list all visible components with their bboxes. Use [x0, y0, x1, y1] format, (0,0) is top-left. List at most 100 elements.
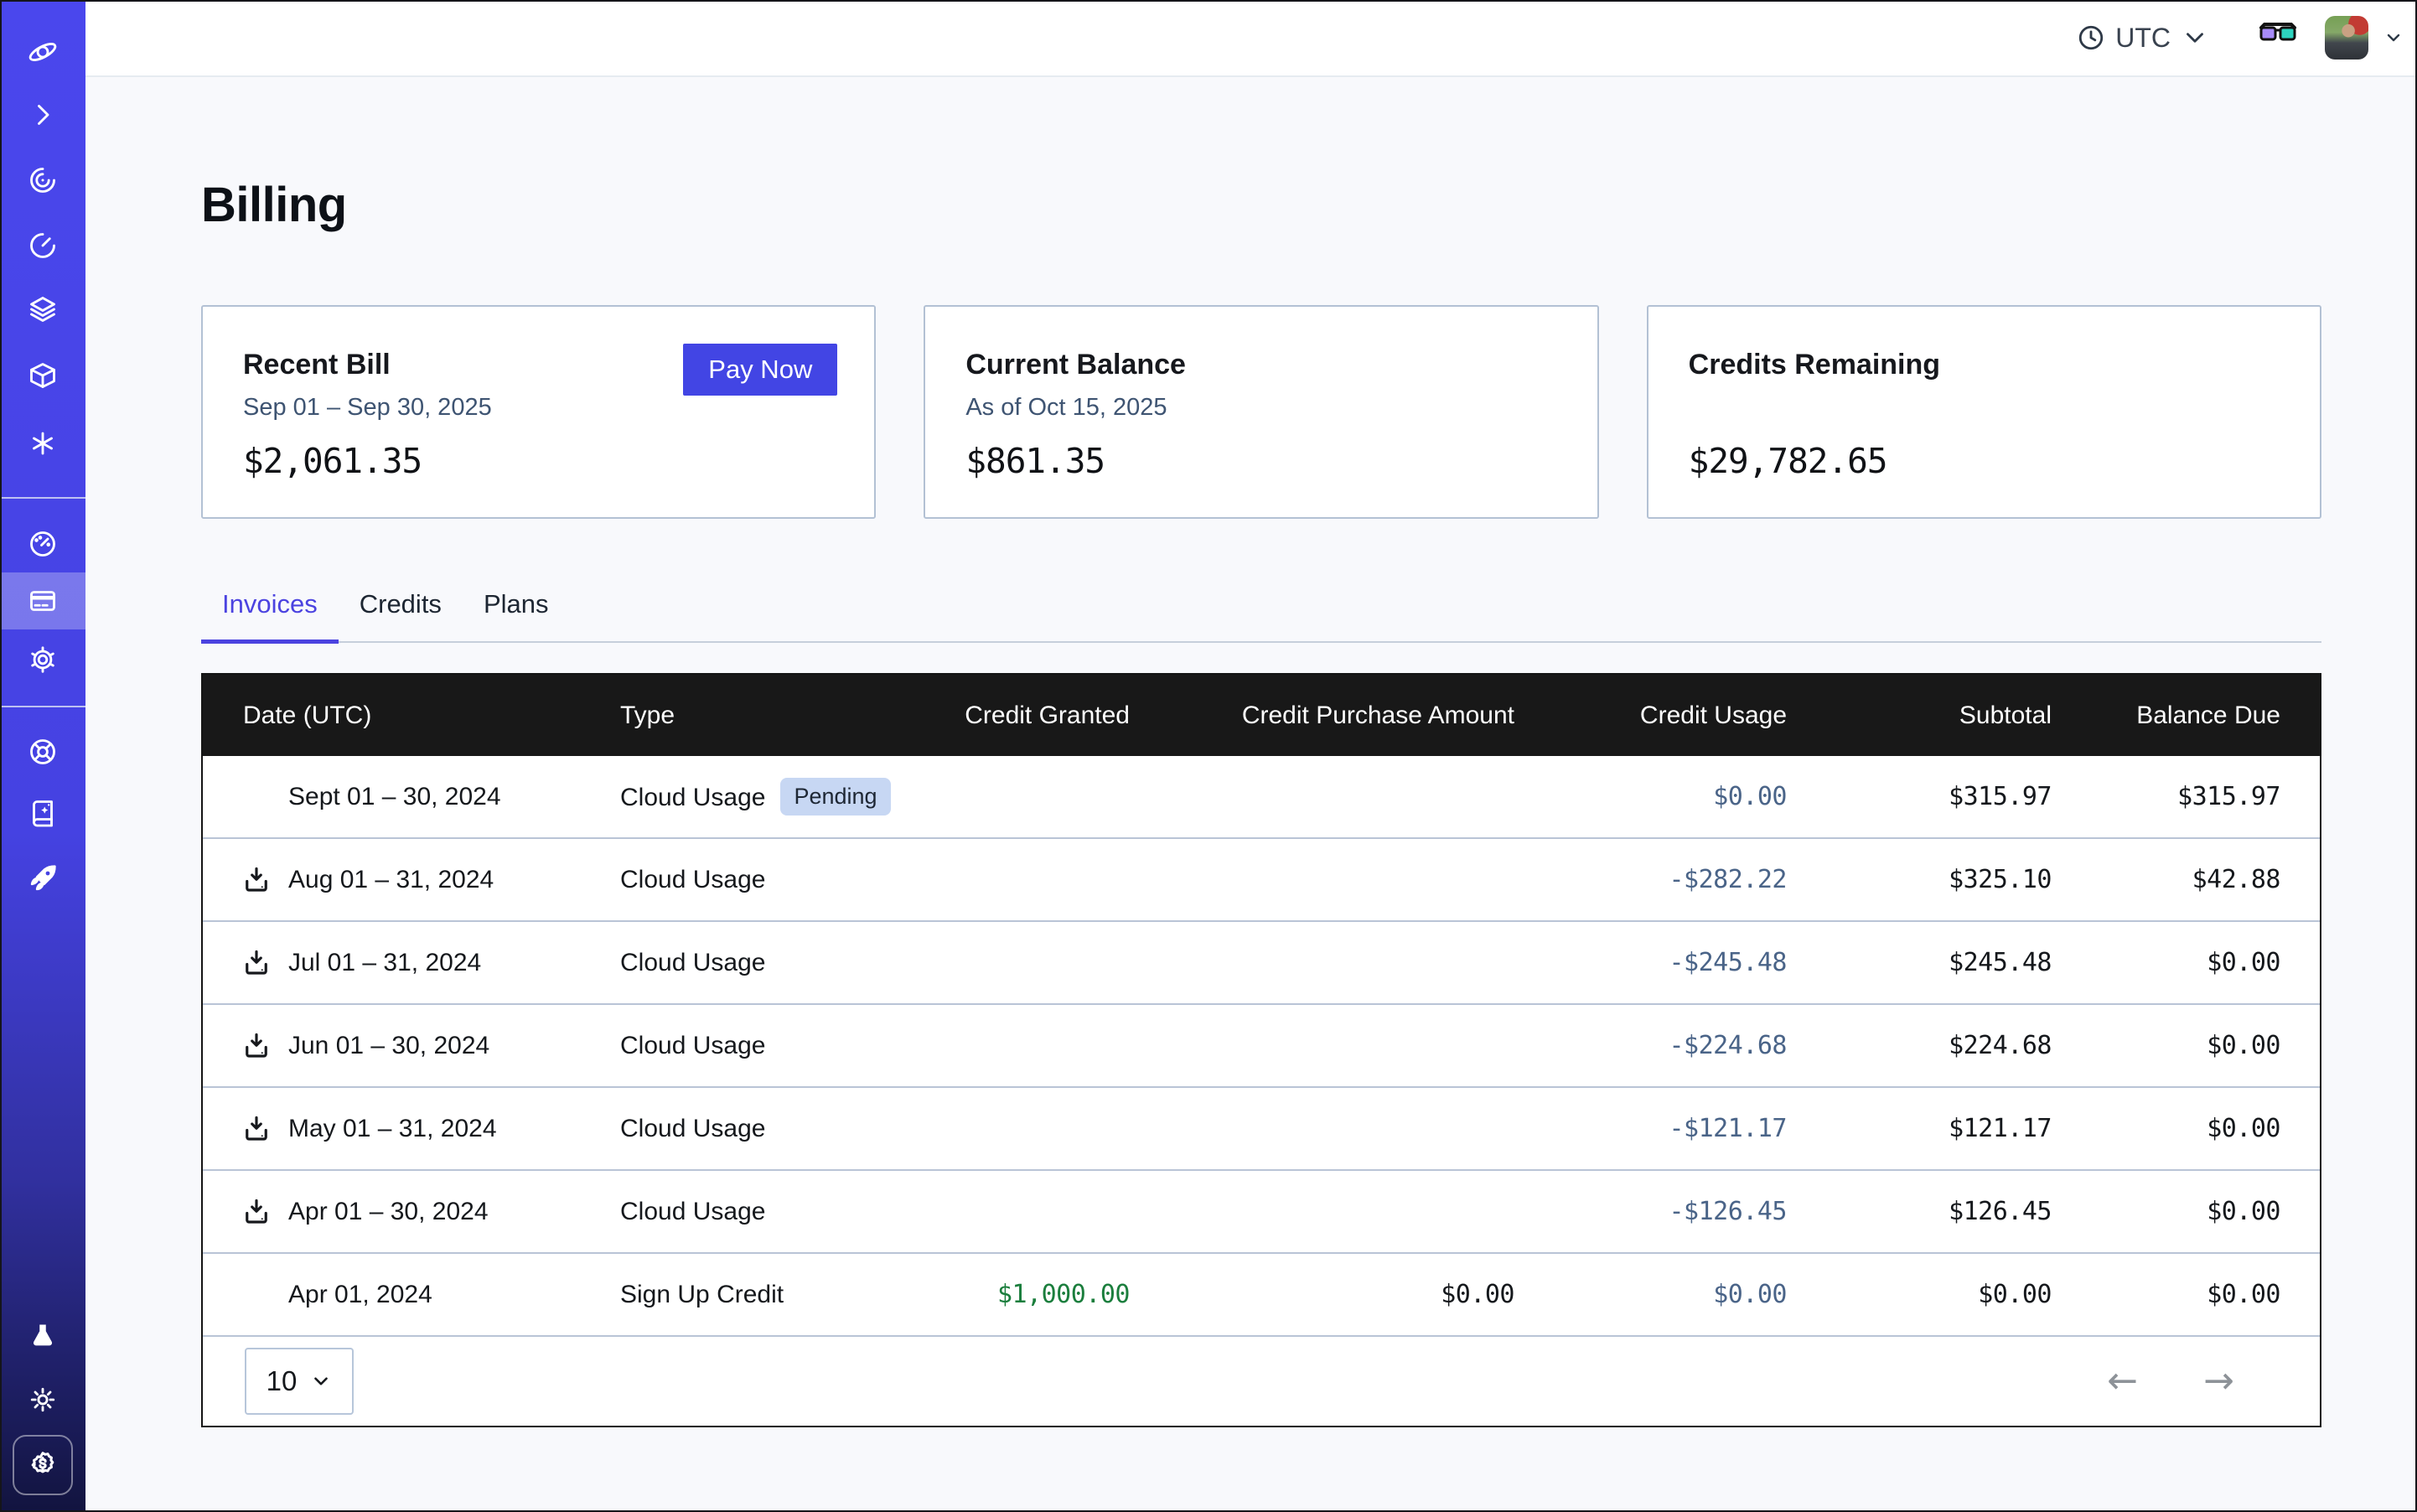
- credits-remaining-card: Credits Remaining $29,782.65: [1647, 305, 2321, 519]
- balance-due-value: $0.00: [2052, 921, 2320, 1004]
- table-header-row: Date (UTC) Type Credit Granted Credit Pu…: [203, 675, 2320, 756]
- credit-granted-value: [913, 838, 1130, 921]
- invoice-type: Cloud Usage: [620, 784, 765, 811]
- user-avatar[interactable]: [2325, 16, 2368, 60]
- docs-book-icon[interactable]: [0, 784, 85, 841]
- table-row: Jun 01 – 30, 2024 Cloud Usage -$224.68$224…: [203, 1004, 2320, 1087]
- invoice-date: May 01 – 31, 2024: [288, 1115, 497, 1143]
- tab-plans[interactable]: Plans: [463, 579, 570, 643]
- asterisk-icon[interactable]: [0, 415, 85, 472]
- subtotal-value: $315.97: [1787, 756, 2052, 838]
- current-balance-amount: $861.35: [965, 441, 1105, 481]
- prev-page-button[interactable]: ←: [2107, 1363, 2138, 1400]
- collapse-panel-icon[interactable]: [0, 86, 85, 143]
- credit-usage-value: -$245.48: [1514, 921, 1787, 1004]
- table-row: Sept 01 – 30, 2024Cloud Usage Pending $0.0…: [203, 756, 2320, 838]
- invoice-type-cell: Cloud Usage: [620, 838, 913, 921]
- col-credit-purchase: Credit Purchase Amount: [1130, 675, 1514, 756]
- invoice-date-cell: Sept 01 – 30, 2024: [203, 756, 620, 838]
- credit-purchase-value: [1130, 921, 1514, 1004]
- invoices-table-container: Date (UTC) Type Credit Granted Credit Pu…: [201, 673, 2321, 1427]
- credit-purchase-value: [1130, 756, 1514, 838]
- download-invoice-icon[interactable]: [241, 1031, 288, 1061]
- invoice-date-cell: Apr 01 – 30, 2024: [203, 1170, 620, 1253]
- subtotal-value: $325.10: [1787, 838, 2052, 921]
- subtotal-value: $121.17: [1787, 1087, 2052, 1170]
- sidebar-divider: [0, 497, 85, 499]
- cube-icon[interactable]: [0, 347, 85, 404]
- pagination-arrows: ← →: [2107, 1363, 2234, 1400]
- timer-gauge-icon[interactable]: [0, 217, 85, 274]
- download-invoice-icon[interactable]: [241, 1197, 288, 1227]
- credit-usage-value: -$224.68: [1514, 1004, 1787, 1087]
- col-date: Date (UTC): [203, 675, 620, 756]
- col-balance-due: Balance Due: [2052, 675, 2320, 756]
- card-title: Current Balance: [965, 349, 1186, 381]
- table-row: Aug 01 – 31, 2024Cloud Usage-$282.22$325…: [203, 838, 2320, 921]
- download-invoice-icon[interactable]: [241, 1114, 288, 1144]
- subtotal-value: $224.68: [1787, 1004, 2052, 1087]
- credit-granted-value: [913, 1087, 1130, 1170]
- balance-due-value: $0.00: [2052, 1170, 2320, 1253]
- credit-usage-value: -$121.17: [1514, 1087, 1787, 1170]
- theme-sun-icon[interactable]: [0, 1371, 85, 1428]
- col-credit-granted: Credit Granted: [913, 675, 1130, 756]
- invoice-date: Jul 01 – 31, 2024: [288, 949, 481, 977]
- page-title: Billing: [201, 176, 2321, 235]
- invoice-type-cell: Sign Up Credit: [620, 1253, 913, 1335]
- layers-icon[interactable]: [0, 281, 85, 338]
- card-title: Credits Remaining: [1689, 349, 1940, 381]
- timezone-label: UTC: [2115, 23, 2171, 54]
- user-menu-chevron-icon[interactable]: [2383, 28, 2404, 48]
- current-balance-card: Current Balance As of Oct 15, 2025 $861.…: [924, 305, 1598, 519]
- credits-seal-button[interactable]: [0, 1437, 85, 1494]
- recent-bill-amount: $2,061.35: [243, 441, 422, 481]
- pay-now-button[interactable]: Pay Now: [683, 344, 837, 396]
- balance-due-value: $0.00: [2052, 1087, 2320, 1170]
- status-badge: Pending: [780, 778, 890, 816]
- settings-gear-icon[interactable]: [0, 631, 85, 688]
- dollar-seal-icon: [27, 1449, 59, 1481]
- invoice-type-cell: Cloud Usage: [620, 1004, 913, 1087]
- credit-granted-value: [913, 756, 1130, 838]
- invoice-type-cell: Cloud Usage Pending: [620, 756, 913, 838]
- credit-usage-value: -$126.45: [1514, 1170, 1787, 1253]
- subtotal-value: $245.48: [1787, 921, 2052, 1004]
- table-row: Apr 01 – 30, 2024Cloud Usage-$126.45$126…: [203, 1170, 2320, 1253]
- dashboard-gauge-icon[interactable]: [0, 515, 85, 572]
- topbar: UTC: [85, 0, 2417, 77]
- credit-granted-value: [913, 1170, 1130, 1253]
- chevron-down-icon: [310, 1370, 332, 1392]
- page-size-select[interactable]: 10: [245, 1348, 354, 1415]
- glasses-icon[interactable]: [2258, 21, 2298, 54]
- app-logo-icon[interactable]: [0, 23, 85, 80]
- credit-purchase-value: [1130, 838, 1514, 921]
- table-row: Jul 01 – 31, 2024 Cloud Usage -$245.48$245…: [203, 921, 2320, 1004]
- next-page-button[interactable]: →: [2203, 1363, 2234, 1400]
- spiral-icon[interactable]: [0, 152, 85, 209]
- tab-credits[interactable]: Credits: [339, 579, 463, 643]
- invoice-type-cell: Cloud Usage: [620, 1087, 913, 1170]
- credit-usage-value: $0.00: [1514, 756, 1787, 838]
- tab-invoices[interactable]: Invoices: [201, 579, 339, 643]
- download-invoice-icon[interactable]: [241, 948, 288, 978]
- rocket-icon[interactable]: [0, 850, 85, 907]
- credit-purchase-value: $0.00: [1130, 1253, 1514, 1335]
- balance-due-value: $0.00: [2052, 1004, 2320, 1087]
- flask-icon[interactable]: [0, 1307, 85, 1364]
- credit-purchase-value: [1130, 1087, 1514, 1170]
- invoice-type: Cloud Usage: [620, 949, 765, 976]
- invoice-type: Cloud Usage: [620, 866, 765, 893]
- card-title: Recent Bill: [243, 349, 391, 381]
- credits-seal-box: [13, 1435, 73, 1495]
- col-type: Type: [620, 675, 913, 756]
- invoice-date: Jun 01 – 30, 2024: [288, 1032, 489, 1060]
- credit-granted-value: $1,000.00: [913, 1253, 1130, 1335]
- sidebar-divider: [0, 706, 85, 707]
- timezone-picker[interactable]: UTC: [2077, 23, 2209, 54]
- invoice-type-cell: Cloud Usage: [620, 921, 913, 1004]
- download-invoice-icon[interactable]: [241, 865, 288, 895]
- credit-granted-value: [913, 921, 1130, 1004]
- billing-card-icon[interactable]: [0, 572, 85, 629]
- support-wheel-icon[interactable]: [0, 723, 85, 780]
